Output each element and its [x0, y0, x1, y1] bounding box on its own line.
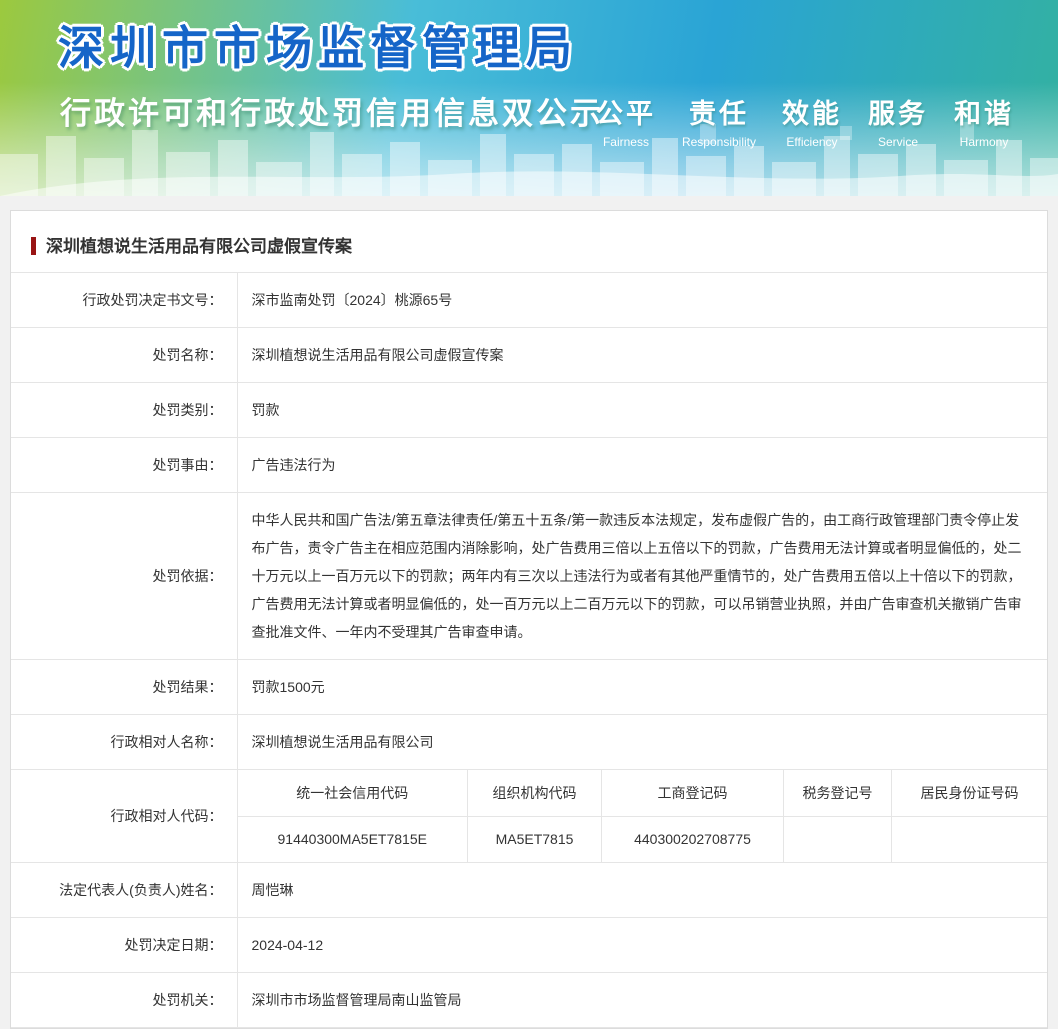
site-banner: 深圳市市场监督管理局 行政许可和行政处罚信用信息双公示 公平 Fairness … [0, 0, 1058, 196]
table-row: 处罚决定日期： 2024-04-12 [11, 917, 1047, 973]
slogan-cn: 服务 [868, 99, 928, 129]
row-value: 罚款 [237, 382, 1047, 438]
row-value: 2024-04-12 [237, 917, 1047, 973]
codes-value: MA5ET7815 [467, 816, 602, 862]
slogan-en: Service [877, 135, 918, 149]
site-subtitle: 行政许可和行政处罚信用信息双公示 [60, 96, 604, 131]
table-row: 行政相对人名称： 深圳植想说生活用品有限公司 [11, 714, 1047, 770]
row-value: 深圳植想说生活用品有限公司 [237, 714, 1047, 770]
table-row-codes: 行政相对人代码： 统一社会信用代码 组织机构代码 工商登记码 税务登记号 居民身… [11, 769, 1048, 863]
codes-value [783, 816, 892, 862]
slogan-item: 责任 Responsibility [682, 92, 756, 149]
row-value: 周恺琳 [237, 862, 1047, 918]
case-title-row: 深圳植想说生活用品有限公司虚假宣传案 [11, 211, 1047, 273]
slogan-en: Harmony [959, 135, 1009, 149]
slogan-en: Fairness [602, 135, 649, 149]
title-marker-bar [31, 237, 36, 255]
slogan-en: Responsibility [681, 135, 756, 149]
codes-cell: 统一社会信用代码 组织机构代码 工商登记码 税务登记号 居民身份证号码 9144… [237, 769, 1048, 863]
codes-value [892, 816, 1048, 862]
table-row: 处罚事由： 广告违法行为 [11, 437, 1047, 493]
row-label: 行政处罚决定书文号： [11, 273, 238, 328]
row-label: 处罚机关： [11, 972, 238, 1028]
penalty-info-table: 行政处罚决定书文号： 深市监南处罚〔2024〕桃源65号 处罚名称： 深圳植想说… [11, 273, 1047, 1028]
party-codes-table: 统一社会信用代码 组织机构代码 工商登记码 税务登记号 居民身份证号码 9144… [237, 770, 1048, 862]
row-value: 深圳植想说生活用品有限公司虚假宣传案 [237, 327, 1047, 383]
site-title: 深圳市市场监督管理局 [58, 22, 578, 74]
table-row: 处罚依据： 中华人民共和国广告法/第五章法律责任/第五十五条/第一款违反本法规定… [11, 492, 1047, 660]
table-row: 法定代表人(负责人)姓名： 周恺琳 [11, 862, 1047, 918]
codes-header: 工商登记码 [601, 770, 784, 817]
slogan-item: 和谐 Harmony [954, 92, 1014, 149]
row-label: 处罚决定日期： [11, 917, 238, 973]
row-label: 处罚依据： [11, 492, 238, 660]
slogan-item: 公平 Fairness [596, 92, 656, 149]
row-label: 处罚结果： [11, 659, 238, 715]
row-label: 行政相对人代码： [11, 769, 238, 863]
row-value: 深市监南处罚〔2024〕桃源65号 [237, 273, 1047, 328]
codes-header: 组织机构代码 [467, 770, 602, 817]
slogan-item: 效能 Efficiency [782, 92, 842, 149]
row-value: 深圳市市场监督管理局南山监管局 [237, 972, 1047, 1028]
codes-header: 税务登记号 [783, 770, 892, 817]
slogan-cn: 公平 [595, 99, 656, 129]
slogan-cn: 责任 [688, 99, 749, 129]
row-value: 广告违法行为 [237, 437, 1047, 493]
codes-header-row: 统一社会信用代码 组织机构代码 工商登记码 税务登记号 居民身份证号码 [237, 770, 1047, 817]
table-row: 处罚结果： 罚款1500元 [11, 659, 1047, 715]
slogan-item: 服务 Service [868, 92, 928, 149]
content-panel: 深圳植想说生活用品有限公司虚假宣传案 行政处罚决定书文号： 深市监南处罚〔202… [10, 210, 1048, 1029]
row-value: 罚款1500元 [237, 659, 1047, 715]
row-label: 处罚名称： [11, 327, 238, 383]
row-label: 处罚类别： [11, 382, 238, 438]
table-row: 处罚机关： 深圳市市场监督管理局南山监管局 [11, 972, 1047, 1028]
codes-header: 居民身份证号码 [891, 770, 1047, 817]
row-label: 行政相对人名称： [11, 714, 238, 770]
codes-value: 91440300MA5ET7815E [237, 816, 468, 862]
table-row: 行政处罚决定书文号： 深市监南处罚〔2024〕桃源65号 [11, 273, 1047, 328]
codes-value: 440300202708775 [601, 816, 784, 862]
codes-header: 统一社会信用代码 [237, 770, 468, 817]
case-title: 深圳植想说生活用品有限公司虚假宣传案 [46, 237, 352, 256]
slogan-strip: 公平 Fairness 责任 Responsibility 效能 Efficie… [596, 92, 1014, 149]
slogan-cn: 效能 [782, 99, 842, 129]
row-label: 法定代表人(负责人)姓名： [11, 862, 238, 918]
codes-value-row: 91440300MA5ET7815E MA5ET7815 44030020270… [237, 816, 1048, 862]
slogan-cn: 和谐 [954, 99, 1014, 129]
row-label: 处罚事由： [11, 437, 238, 493]
table-row: 处罚名称： 深圳植想说生活用品有限公司虚假宣传案 [11, 327, 1047, 383]
row-value-penalty-basis: 中华人民共和国广告法/第五章法律责任/第五十五条/第一款违反本法规定，发布虚假广… [237, 492, 1047, 660]
table-row: 处罚类别： 罚款 [11, 382, 1047, 438]
slogan-en: Efficiency [786, 135, 838, 149]
